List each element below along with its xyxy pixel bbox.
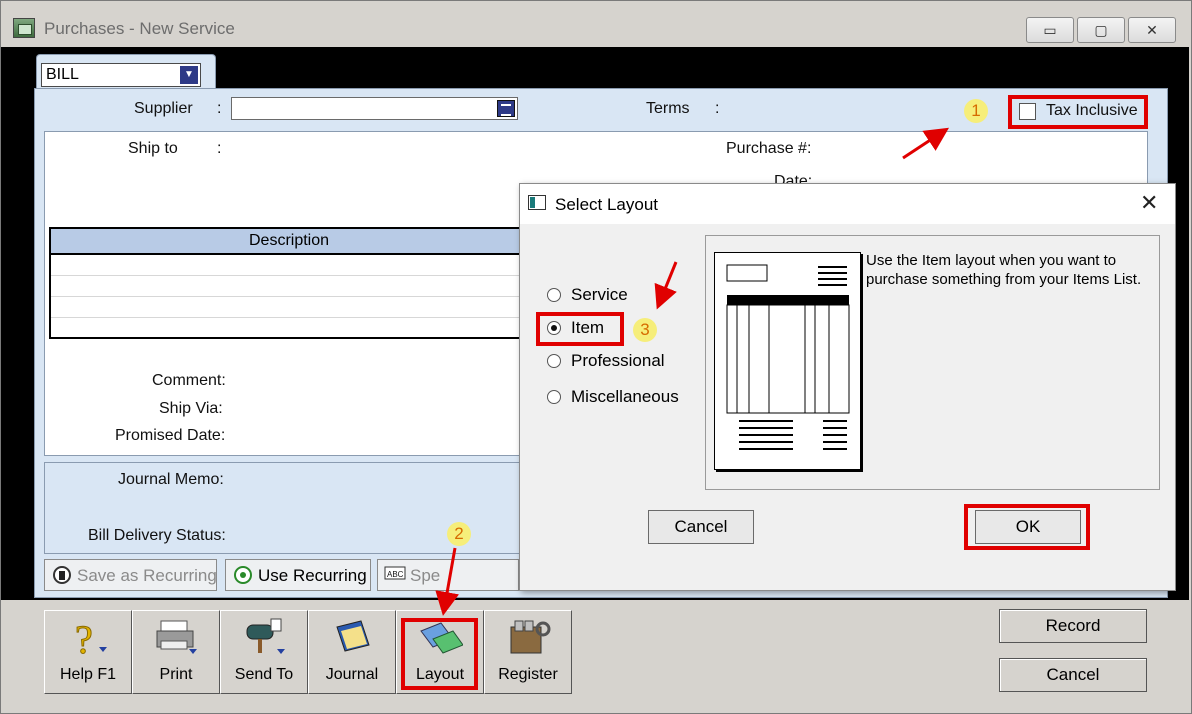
promised-date-label: Promised Date:: [115, 427, 226, 444]
printer-icon: [156, 620, 197, 654]
radio-professional[interactable]: [547, 354, 561, 368]
terms-colon: :: [715, 100, 720, 117]
use-recurring-button[interactable]: Use Recurring: [225, 559, 371, 591]
ship-via-label: Ship Via:: [159, 400, 223, 417]
help-label: Help F1: [59, 666, 117, 683]
send-to-button[interactable]: Send To: [220, 610, 308, 694]
spell-check-button[interactable]: ABC Spe: [377, 559, 519, 591]
supplier-colon: :: [217, 100, 222, 117]
print-label: Print: [159, 666, 193, 683]
recurring-icon: [51, 565, 73, 585]
window-title: Purchases - New Service: [44, 19, 235, 38]
dialog-close-icon[interactable]: ✕: [1140, 190, 1158, 216]
journal-label: Journal: [325, 666, 379, 683]
send-to-label: Send To: [234, 666, 294, 683]
svg-text:ABC: ABC: [387, 570, 404, 579]
radio-miscellaneous-label: Miscellaneous: [571, 387, 679, 406]
dialog-icon: [528, 195, 546, 210]
bill-type-value: BILL: [46, 66, 79, 83]
dialog-title: Select Layout: [555, 195, 659, 214]
highlight-layout-button: [401, 618, 478, 690]
journal-memo-label: Journal Memo:: [118, 471, 224, 488]
step-marker-3: 3: [633, 318, 657, 342]
layout-preview-image: [714, 252, 861, 470]
record-button[interactable]: Record: [999, 609, 1147, 643]
layout-description: Use the Item layout when you want to pur…: [866, 252, 1142, 288]
grid-row[interactable]: [51, 296, 527, 297]
supplier-label: Supplier: [134, 100, 193, 117]
radio-service-label: Service: [571, 285, 628, 304]
grid-row[interactable]: [51, 317, 527, 318]
journal-button[interactable]: Journal: [308, 610, 396, 694]
line-items-grid[interactable]: Description: [49, 227, 529, 339]
highlight-tax-inclusive: [1008, 95, 1148, 129]
radio-professional-label: Professional: [571, 351, 665, 370]
save-as-recurring-label: Save as Recurring: [77, 566, 217, 585]
save-as-recurring-button[interactable]: Save as Recurring: [44, 559, 217, 591]
ship-to-label: Ship to: [128, 140, 178, 157]
bill-delivery-status-label: Bill Delivery Status:: [88, 527, 226, 544]
app-icon: [13, 18, 35, 38]
chevron-down-icon[interactable]: ▼: [180, 66, 198, 84]
close-button[interactable]: ✕: [1128, 17, 1176, 43]
spell-check-icon: ABC: [384, 565, 406, 585]
supplier-input[interactable]: [231, 97, 518, 120]
use-recurring-label: Use Recurring: [258, 566, 367, 585]
grid-header-description: Description: [51, 229, 527, 255]
help-button[interactable]: ? Help F1: [44, 610, 132, 694]
register-label: Register: [498, 666, 558, 683]
maximize-button[interactable]: ▢: [1077, 17, 1125, 43]
grid-row[interactable]: [51, 275, 527, 276]
register-icon: [510, 620, 551, 654]
help-icon: ?: [75, 617, 107, 657]
radio-miscellaneous[interactable]: [547, 390, 561, 404]
step-marker-2: 2: [447, 522, 471, 546]
svg-text:?: ?: [75, 617, 93, 657]
bill-type-select[interactable]: BILL ▼: [41, 63, 201, 87]
register-button[interactable]: Register: [484, 610, 572, 694]
spell-check-label: Spe: [410, 566, 441, 585]
comment-label: Comment:: [152, 372, 226, 389]
cancel-button[interactable]: Cancel: [999, 658, 1147, 692]
journal-icon: [336, 620, 370, 652]
highlight-item-option: [536, 312, 624, 346]
purchase-number-label: Purchase #:: [726, 140, 812, 157]
terms-label: Terms: [646, 100, 690, 117]
dialog-cancel-button[interactable]: Cancel: [648, 510, 754, 544]
print-button[interactable]: Print: [132, 610, 220, 694]
list-icon[interactable]: [497, 100, 515, 117]
recurring-arrows-icon: [232, 565, 254, 585]
mailbox-icon: [246, 618, 285, 654]
step-marker-1: 1: [964, 99, 988, 123]
minimize-button[interactable]: ▭: [1026, 17, 1074, 43]
highlight-ok-button: [964, 504, 1090, 550]
radio-service[interactable]: [547, 288, 561, 302]
ship-to-colon: :: [217, 140, 222, 157]
